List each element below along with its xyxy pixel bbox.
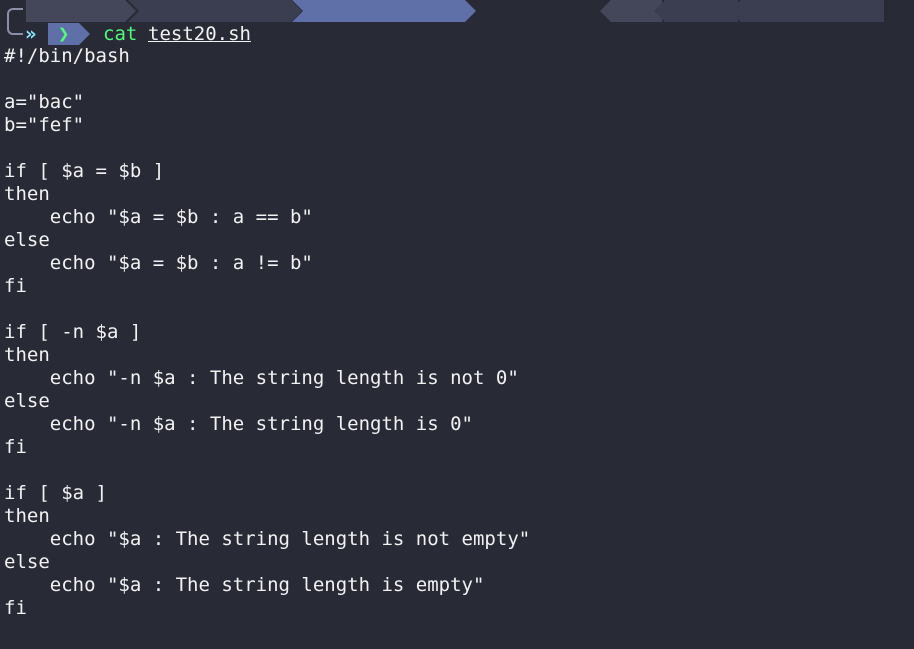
prompt-status-segment xyxy=(600,0,662,22)
output-line: then xyxy=(4,344,50,366)
command-name: cat xyxy=(103,23,138,45)
chevron-right-icon: » xyxy=(25,23,37,45)
output-line: else xyxy=(4,551,50,573)
prompt-user-segment: william xyxy=(26,0,136,22)
output-line: if [ -n $a ] xyxy=(4,321,142,343)
prompt-time-segment: 22:20:57 xyxy=(730,0,884,22)
prompt-pid-segment: 4396 xyxy=(654,0,738,22)
prompt-directory-segment: ~/DYJ/test xyxy=(292,0,476,22)
output-line: echo "-n $a : The string length is 0" xyxy=(4,413,473,435)
prompt-directory: ~/DYJ/test xyxy=(503,43,618,66)
output-line: if [ $a = $b ] xyxy=(4,160,165,182)
output-line: echo "$a = $b : a != b" xyxy=(4,252,313,274)
output-line: echo "$a = $b : a == b" xyxy=(4,206,313,228)
clock-icon xyxy=(819,44,914,111)
output-line: fi xyxy=(4,597,27,619)
output-line: a="bac" xyxy=(4,91,85,113)
output-line: then xyxy=(4,505,50,527)
output-line: else xyxy=(4,229,50,251)
output-line: if [ $a ] xyxy=(4,482,107,504)
command-line[interactable]: » ❯ cat test20.sh xyxy=(0,22,914,46)
output-line: fi xyxy=(4,436,27,458)
output-line: b="fef" xyxy=(4,114,85,136)
prompt-host: william-pc xyxy=(326,43,441,66)
terminal-window[interactable]: william william-pc ~/DYJ/test 4396 22:20… xyxy=(0,0,914,649)
output-line: then xyxy=(4,183,50,205)
output-line: else xyxy=(4,390,50,412)
output-line: echo "-n $a : The string length is not 0… xyxy=(4,367,519,389)
output-line: #!/bin/bash xyxy=(4,45,130,67)
output-line: echo "$a : The string length is empty" xyxy=(4,574,485,596)
prompt-bar: william william-pc ~/DYJ/test 4396 22:20… xyxy=(0,0,914,22)
prompt-host-segment: william-pc xyxy=(128,0,302,22)
command-argument: test20.sh xyxy=(148,23,251,45)
chevron-right-icon: ❯ xyxy=(58,23,70,45)
output-line: fi xyxy=(4,275,27,297)
output-line: echo "$a : The string length is not empt… xyxy=(4,528,531,550)
